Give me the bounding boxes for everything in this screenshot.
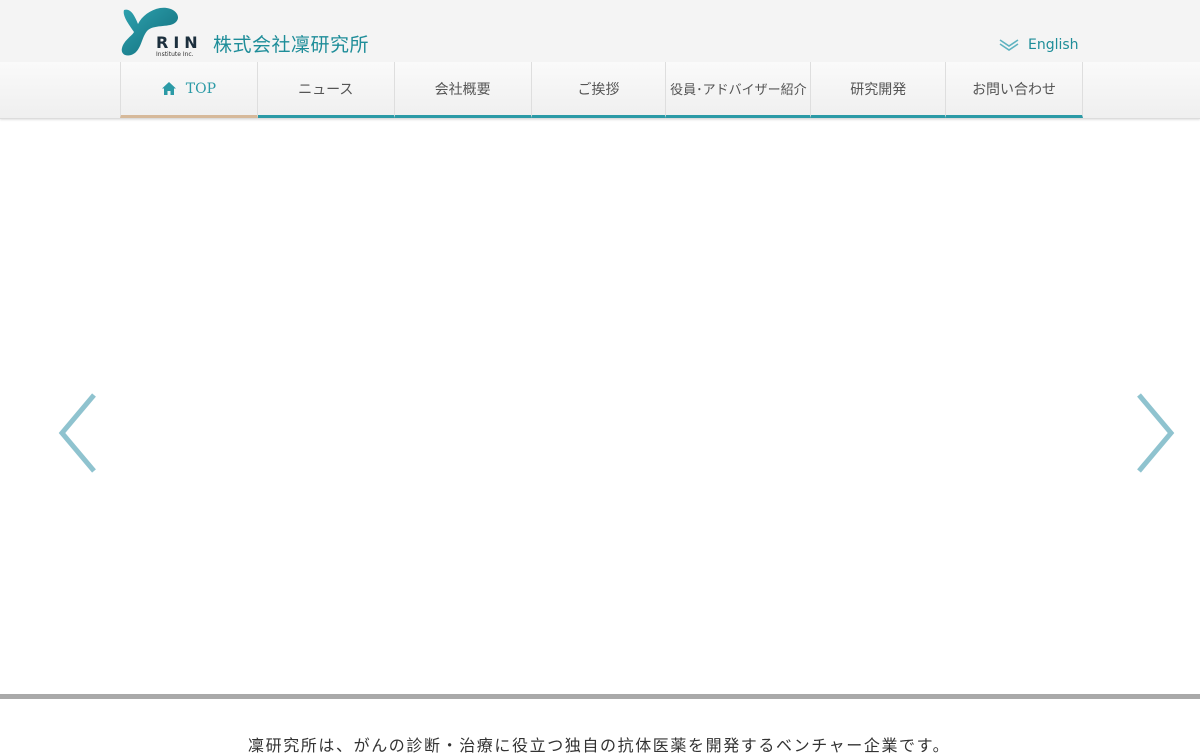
nav-item-label: ご挨拶: [577, 81, 620, 98]
language-link-label: English: [1028, 37, 1079, 53]
nav-item-label: ニュース: [298, 81, 354, 98]
nav-item-label: 会社概要: [434, 81, 491, 98]
language-switch-link[interactable]: English: [999, 36, 1079, 54]
nav-item-company[interactable]: 会社概要: [394, 62, 532, 118]
company-logo[interactable]: RIN Institute Inc.: [120, 6, 200, 58]
chevron-left-icon: [58, 393, 96, 473]
slider-next-button[interactable]: [1137, 393, 1177, 473]
nav-item-officers[interactable]: 役員･アドバイザー紹介: [666, 62, 812, 118]
chevron-right-icon: [1137, 393, 1175, 473]
nav-item-label: お問い合わせ: [972, 81, 1057, 98]
nav-item-top[interactable]: TOP: [120, 62, 258, 118]
main-navigation: TOP ニュース 会社概要 ご挨拶 役員･アドバイザー紹介 研究開発 お問い合わ…: [0, 62, 1200, 118]
section-divider: [0, 694, 1200, 699]
nav-item-contact[interactable]: お問い合わせ: [946, 62, 1083, 118]
company-name[interactable]: 株式会社凜研究所: [213, 30, 369, 57]
nav-item-label: 役員･アドバイザー紹介: [670, 83, 807, 98]
nav-item-research[interactable]: 研究開発: [811, 62, 947, 118]
intro-tagline: 凜研究所は、がんの診断・治療に役立つ独自の抗体医薬を開発するベンチャー企業です。: [248, 736, 951, 755]
site-header: RIN Institute Inc. 株式会社凜研究所 English TOP …: [0, 0, 1200, 119]
nav-item-news[interactable]: ニュース: [257, 62, 395, 118]
logo-subtext: Institute Inc.: [156, 51, 194, 58]
nav-item-label: 研究開発: [850, 81, 907, 98]
nav-item-greeting[interactable]: ご挨拶: [531, 62, 667, 118]
double-chevron-down-icon: [999, 39, 1019, 51]
slider-prev-button[interactable]: [56, 393, 96, 473]
nav-item-label: TOP: [185, 80, 217, 97]
logo-text: RIN: [156, 33, 203, 52]
home-icon: [161, 82, 176, 95]
